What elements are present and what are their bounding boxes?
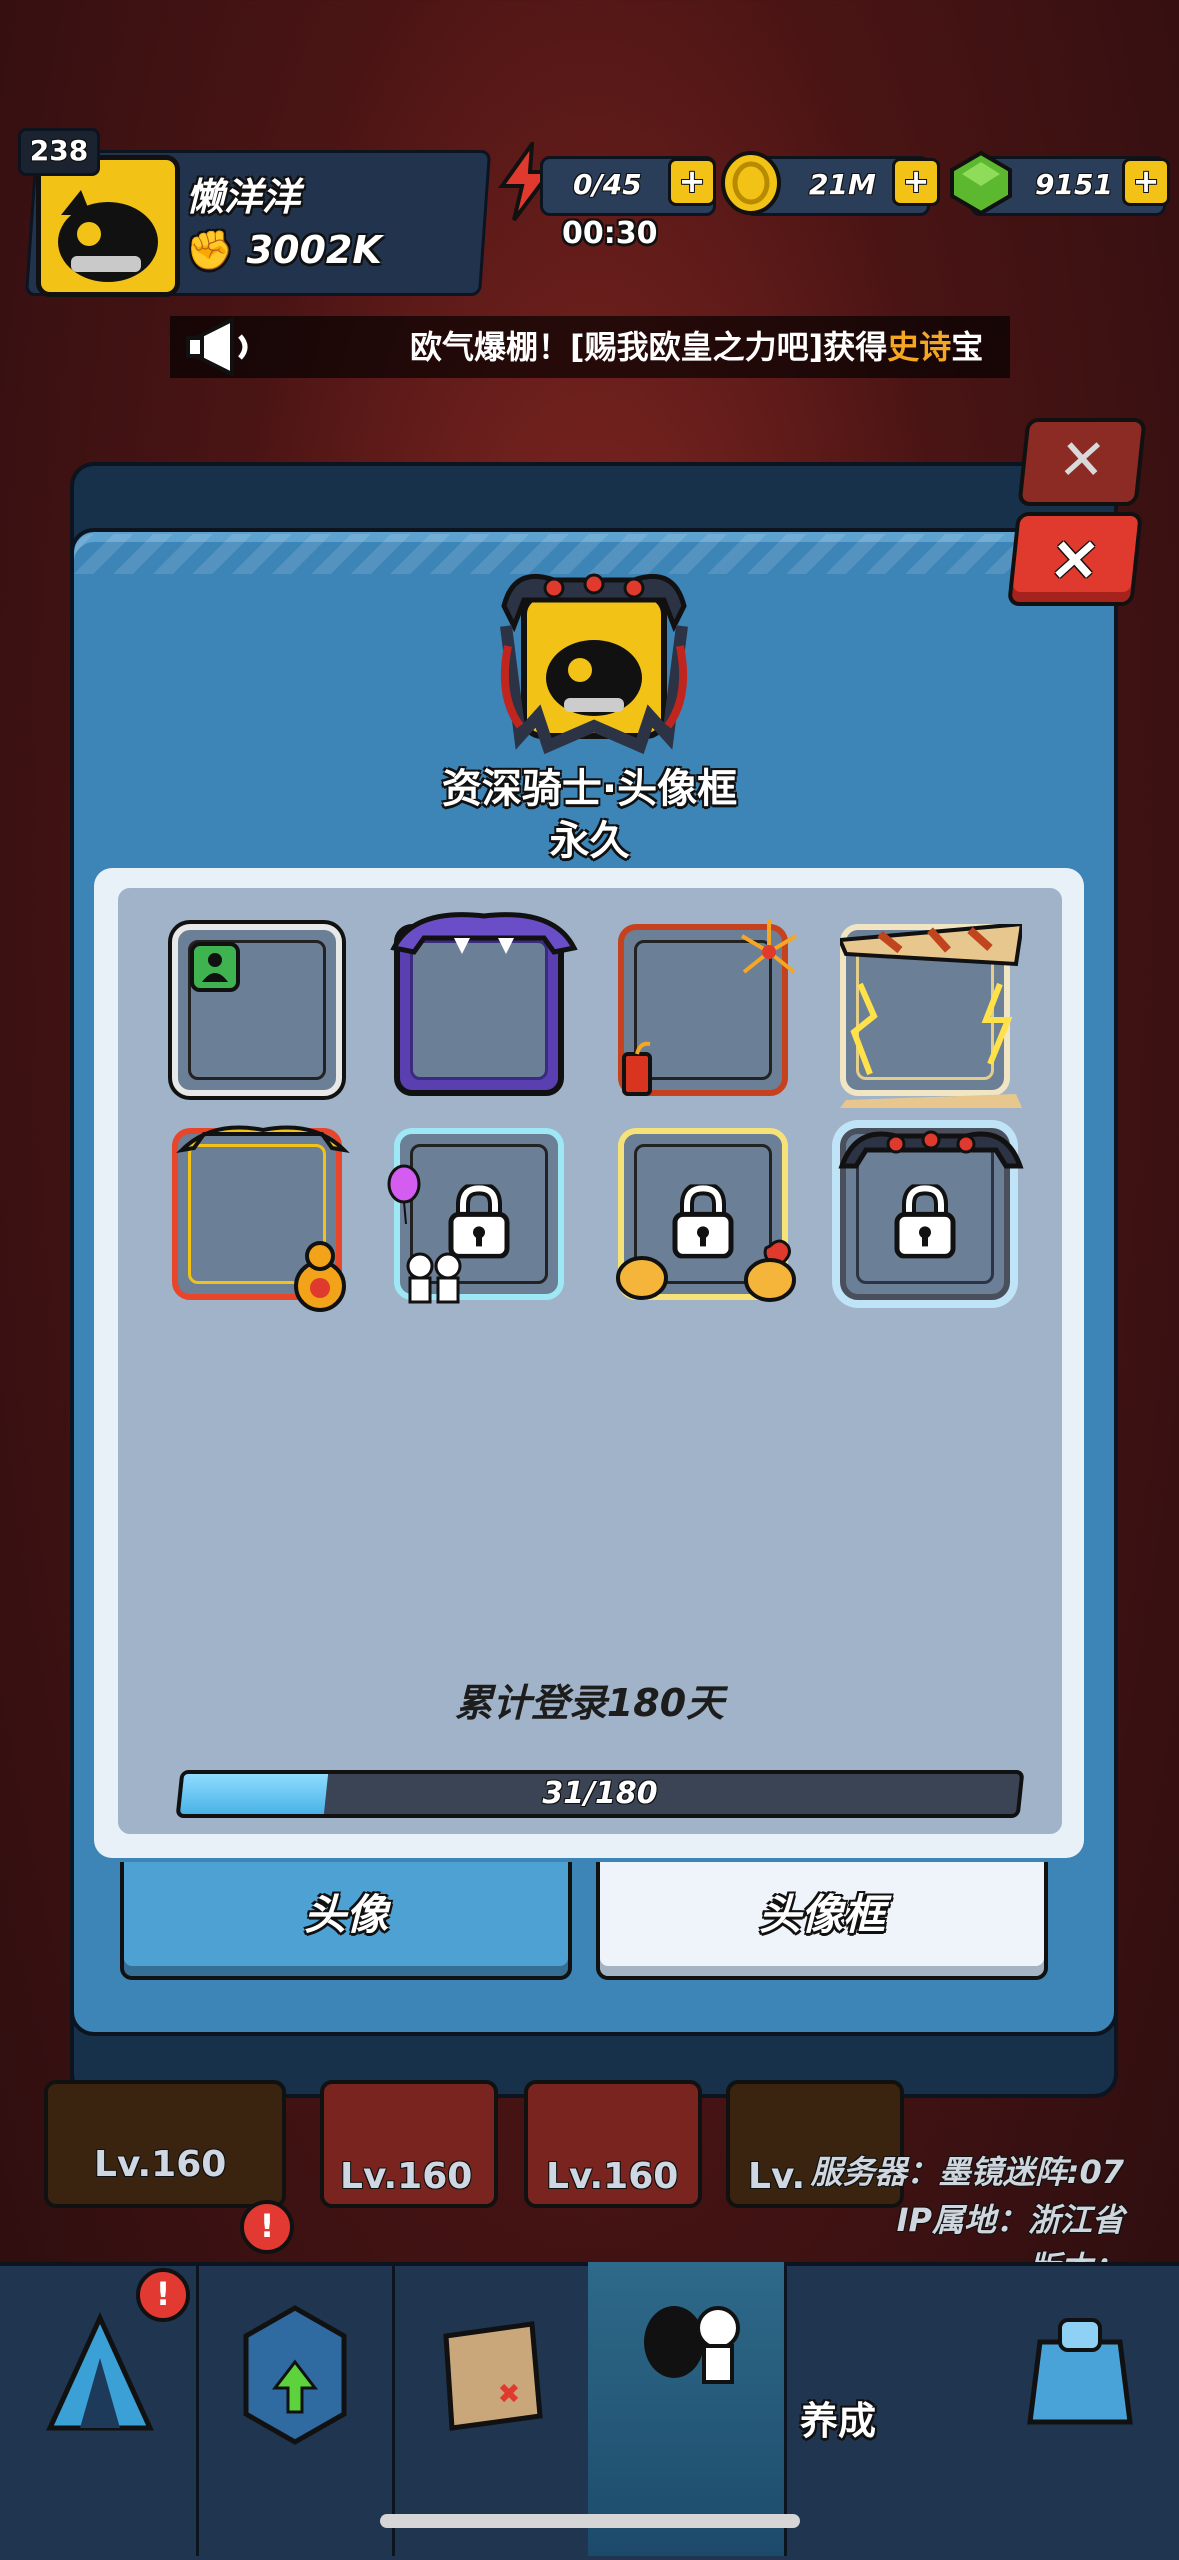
energy-value: 0/45 xyxy=(573,168,642,201)
hero-level: Lv.160 xyxy=(340,2156,473,2197)
ip-location: IP属地：浙江省 xyxy=(896,2201,1124,2239)
frame-item-senior-knight[interactable] xyxy=(838,1128,1024,1300)
nav-item-shop[interactable] xyxy=(980,2262,1176,2556)
frame-item-balloon[interactable] xyxy=(387,1128,564,1304)
frame-item-purple-monster[interactable] xyxy=(390,912,578,1096)
firecracker-icon xyxy=(622,1041,652,1096)
nav-item-map[interactable] xyxy=(392,2262,591,2556)
ticker-text: 欧气爆棚！[赐我欧皇之力吧]获得 xyxy=(410,328,888,366)
back-close-icon: ✕ xyxy=(1017,418,1147,506)
lock-icon xyxy=(448,1184,510,1259)
gem-plus-button[interactable]: + xyxy=(1122,158,1170,206)
lock-icon xyxy=(894,1184,956,1259)
player-avatar[interactable] xyxy=(36,155,180,297)
ticker-highlight: 史诗 xyxy=(887,328,952,366)
gem-value: 9151 xyxy=(1035,168,1113,201)
frame-item-fireworks[interactable] xyxy=(618,920,798,1096)
selected-frame-preview xyxy=(500,573,688,755)
announcement-ticker[interactable]: 欧气爆棚！[赐我欧皇之力吧]获得史诗宝 xyxy=(170,316,1010,378)
lightning-icon xyxy=(840,924,1022,1108)
upgrade-badge: ! xyxy=(136,2268,190,2322)
close-button[interactable]: × xyxy=(1007,512,1143,606)
energy-timer: 00:30 xyxy=(562,216,658,251)
shop-icon xyxy=(1027,2318,1133,2425)
frame-item-lightning[interactable] xyxy=(840,924,1022,1108)
character-icon xyxy=(644,2306,740,2384)
gold-plus-button[interactable]: + xyxy=(892,158,940,206)
login-progress-text: 31/180 xyxy=(542,1776,658,1811)
thumbs-up-icon xyxy=(616,1256,668,1300)
nav-item-upgrade[interactable]: ! xyxy=(136,2262,395,2556)
cultivate-badge: ! xyxy=(240,2200,294,2254)
fist-icon: ✊ xyxy=(186,228,234,272)
gold-value: 21M xyxy=(809,168,876,201)
frame-item-default[interactable] xyxy=(172,924,342,1096)
tab-avatar[interactable]: 头像 xyxy=(120,1862,572,1980)
frame-item-yellow-heart[interactable] xyxy=(616,1128,796,1302)
treasure-map-icon xyxy=(443,2321,543,2431)
player-level-badge: 238 xyxy=(18,128,100,176)
tent-icon xyxy=(46,2311,154,2431)
firework-icon xyxy=(740,920,798,974)
doll-icon xyxy=(406,1252,462,1304)
selected-frame-duration: 永久 xyxy=(549,818,630,864)
nav-label-cultivate: 养成 xyxy=(799,2399,876,2443)
monster-teeth-icon xyxy=(390,912,578,955)
server-name: 服务器：墨镜迷阵:07 xyxy=(810,2153,1124,2191)
heart-hand-icon xyxy=(744,1239,796,1302)
selected-frame-name: 资深骑士·头像框 xyxy=(441,766,738,812)
player-avatar-art xyxy=(58,190,158,282)
megaphone-icon xyxy=(186,316,248,378)
lock-icon xyxy=(672,1184,734,1259)
player-power: ✊ 3002K xyxy=(186,228,382,273)
hero-level: Lv.160 xyxy=(94,2144,227,2185)
unlock-requirement: 累计登录180天 xyxy=(454,1681,725,1725)
gold-crown-icon xyxy=(176,1125,350,1153)
gold-gourd-icon xyxy=(294,1241,346,1312)
person-icon xyxy=(190,942,240,992)
gem-icon xyxy=(950,150,1012,216)
ticker-text-after: 宝 xyxy=(951,328,984,366)
frame-item-gold-flame[interactable] xyxy=(172,1125,350,1312)
energy-plus-button[interactable]: + xyxy=(668,158,716,206)
upgrade-book-icon xyxy=(243,2305,347,2445)
tab-avatar-frame[interactable]: 头像框 xyxy=(596,1862,1048,1980)
player-name: 懒洋洋 xyxy=(186,175,301,219)
hero-level: Lv.160 xyxy=(546,2156,679,2197)
power-value: 3002K xyxy=(246,228,382,272)
balloon-icon xyxy=(387,1164,421,1224)
gold-coin-icon xyxy=(721,151,781,215)
home-indicator xyxy=(380,2514,800,2528)
